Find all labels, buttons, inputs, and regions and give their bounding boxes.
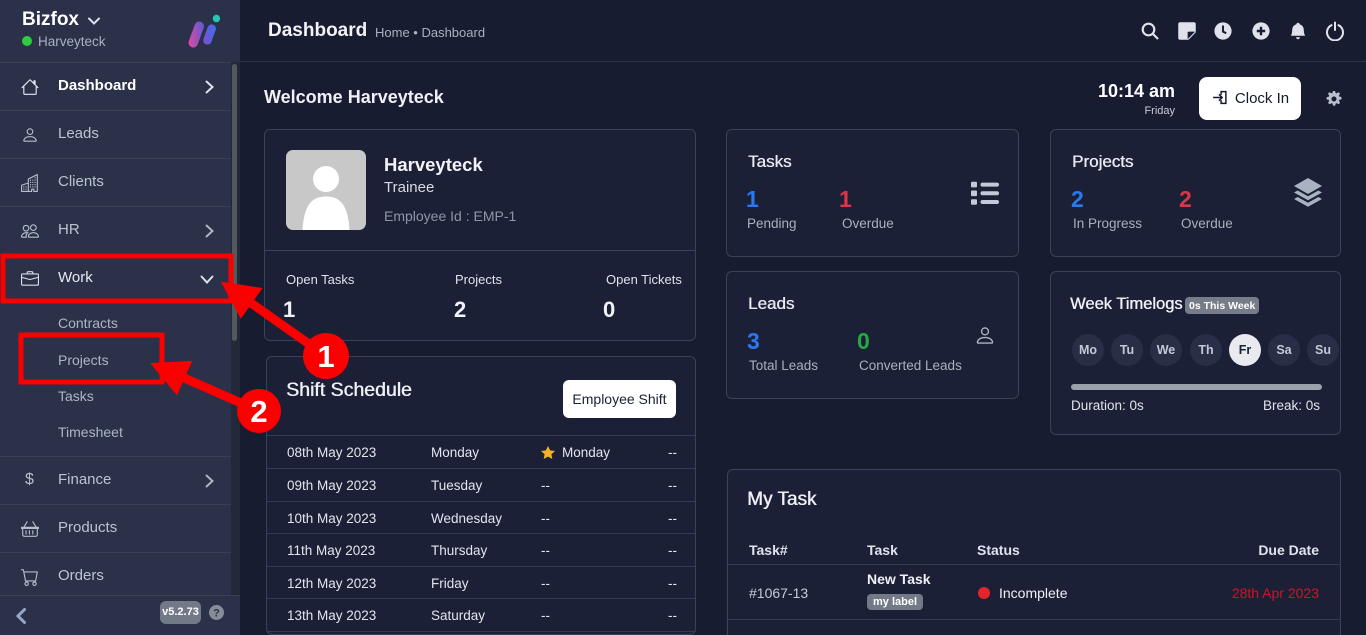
svg-text:?: ? bbox=[213, 608, 220, 620]
